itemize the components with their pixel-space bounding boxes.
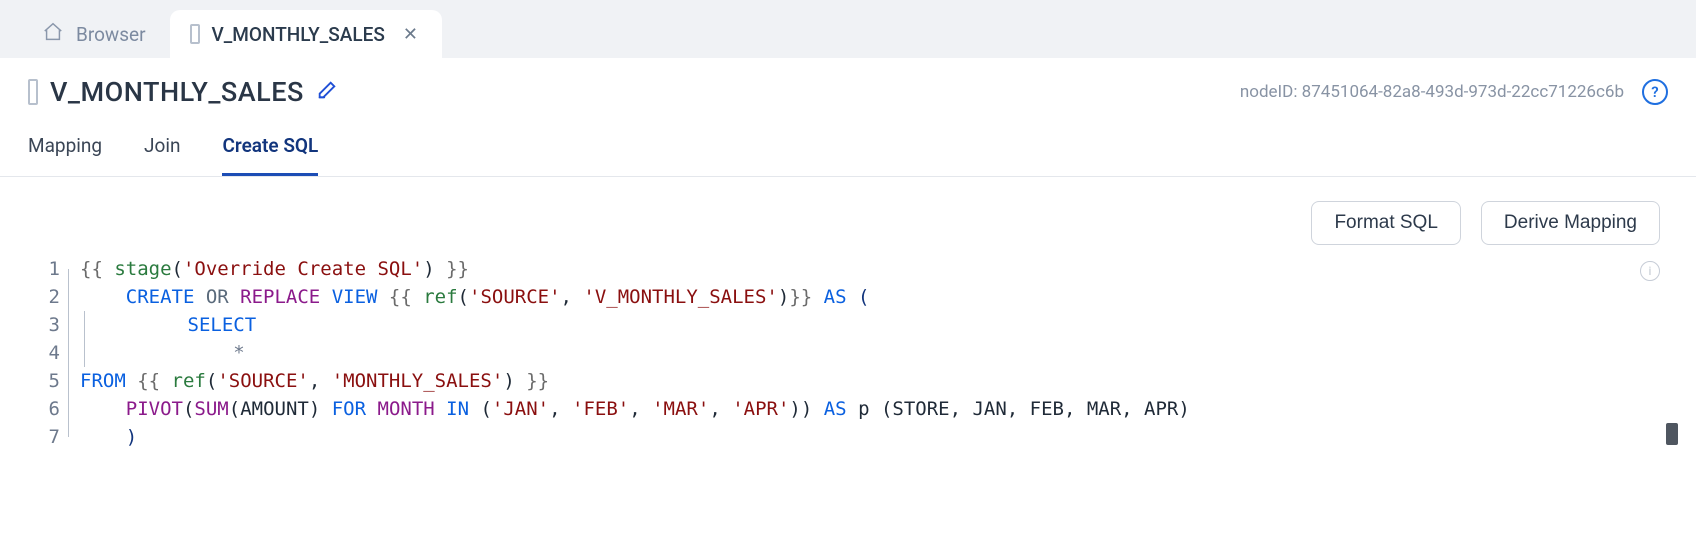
line-7: 7 ) xyxy=(36,423,1646,451)
derive-mapping-button[interactable]: Derive Mapping xyxy=(1481,201,1660,245)
gutter: 7 xyxy=(36,423,64,451)
gutter: 5 xyxy=(36,367,64,395)
app-root: Browser V_MONTHLY_SALES ✕ V_MONTHLY_SALE… xyxy=(0,0,1696,558)
page-title: V_MONTHLY_SALES xyxy=(50,76,304,108)
editor-wrap: i 1 {{ stage('Override Create SQL') }} 2… xyxy=(0,255,1696,451)
gutter: 4 xyxy=(36,339,64,367)
gutter: 3 xyxy=(36,311,64,339)
tab-active-label: V_MONTHLY_SALES xyxy=(212,23,385,46)
node-id: nodeID: 87451064-82a8-493d-973d-22cc7122… xyxy=(1240,82,1624,102)
subtab-join[interactable]: Join xyxy=(144,134,180,176)
top-tabbar: Browser V_MONTHLY_SALES ✕ xyxy=(0,0,1696,58)
edit-icon[interactable] xyxy=(316,79,338,105)
header-meta: nodeID: 87451064-82a8-493d-973d-22cc7122… xyxy=(1240,79,1668,105)
tab-browser-label: Browser xyxy=(76,23,146,46)
panel-header: V_MONTHLY_SALES nodeID: 87451064-82a8-49… xyxy=(0,58,1696,116)
content-panel: V_MONTHLY_SALES nodeID: 87451064-82a8-49… xyxy=(0,58,1696,558)
code-editor[interactable]: 1 {{ stage('Override Create SQL') }} 2 C… xyxy=(36,255,1646,451)
line-1: 1 {{ stage('Override Create SQL') }} xyxy=(36,255,1646,283)
close-icon[interactable]: ✕ xyxy=(403,24,418,45)
line-6: 6 PIVOT(SUM(AMOUNT) FOR MONTH IN ('JAN',… xyxy=(36,395,1646,423)
tab-active[interactable]: V_MONTHLY_SALES ✕ xyxy=(170,10,442,58)
node-icon xyxy=(190,24,200,44)
subtabs: Mapping Join Create SQL xyxy=(0,116,1696,177)
line-2: 2 CREATE OR REPLACE VIEW {{ ref('SOURCE'… xyxy=(36,283,1646,311)
format-sql-button[interactable]: Format SQL xyxy=(1311,201,1460,245)
gutter: 1 xyxy=(36,255,64,283)
home-icon xyxy=(42,21,64,48)
subtab-create-sql[interactable]: Create SQL xyxy=(222,134,318,176)
line-3: 3 SELECT xyxy=(36,311,1646,339)
minimap-nub[interactable] xyxy=(1666,423,1678,445)
title-wrap: V_MONTHLY_SALES xyxy=(28,76,338,108)
gutter: 2 xyxy=(36,283,64,311)
line-5: 5 FROM {{ ref('SOURCE', 'MONTHLY_SALES')… xyxy=(36,367,1646,395)
editor-toolbar: Format SQL Derive Mapping xyxy=(0,177,1696,255)
help-icon[interactable]: ? xyxy=(1642,79,1668,105)
node-icon xyxy=(28,79,38,105)
info-icon[interactable]: i xyxy=(1640,261,1660,281)
gutter: 6 xyxy=(36,395,64,423)
line-4: 4 * xyxy=(36,339,1646,367)
subtab-mapping[interactable]: Mapping xyxy=(28,134,102,176)
tab-browser[interactable]: Browser xyxy=(22,10,170,58)
